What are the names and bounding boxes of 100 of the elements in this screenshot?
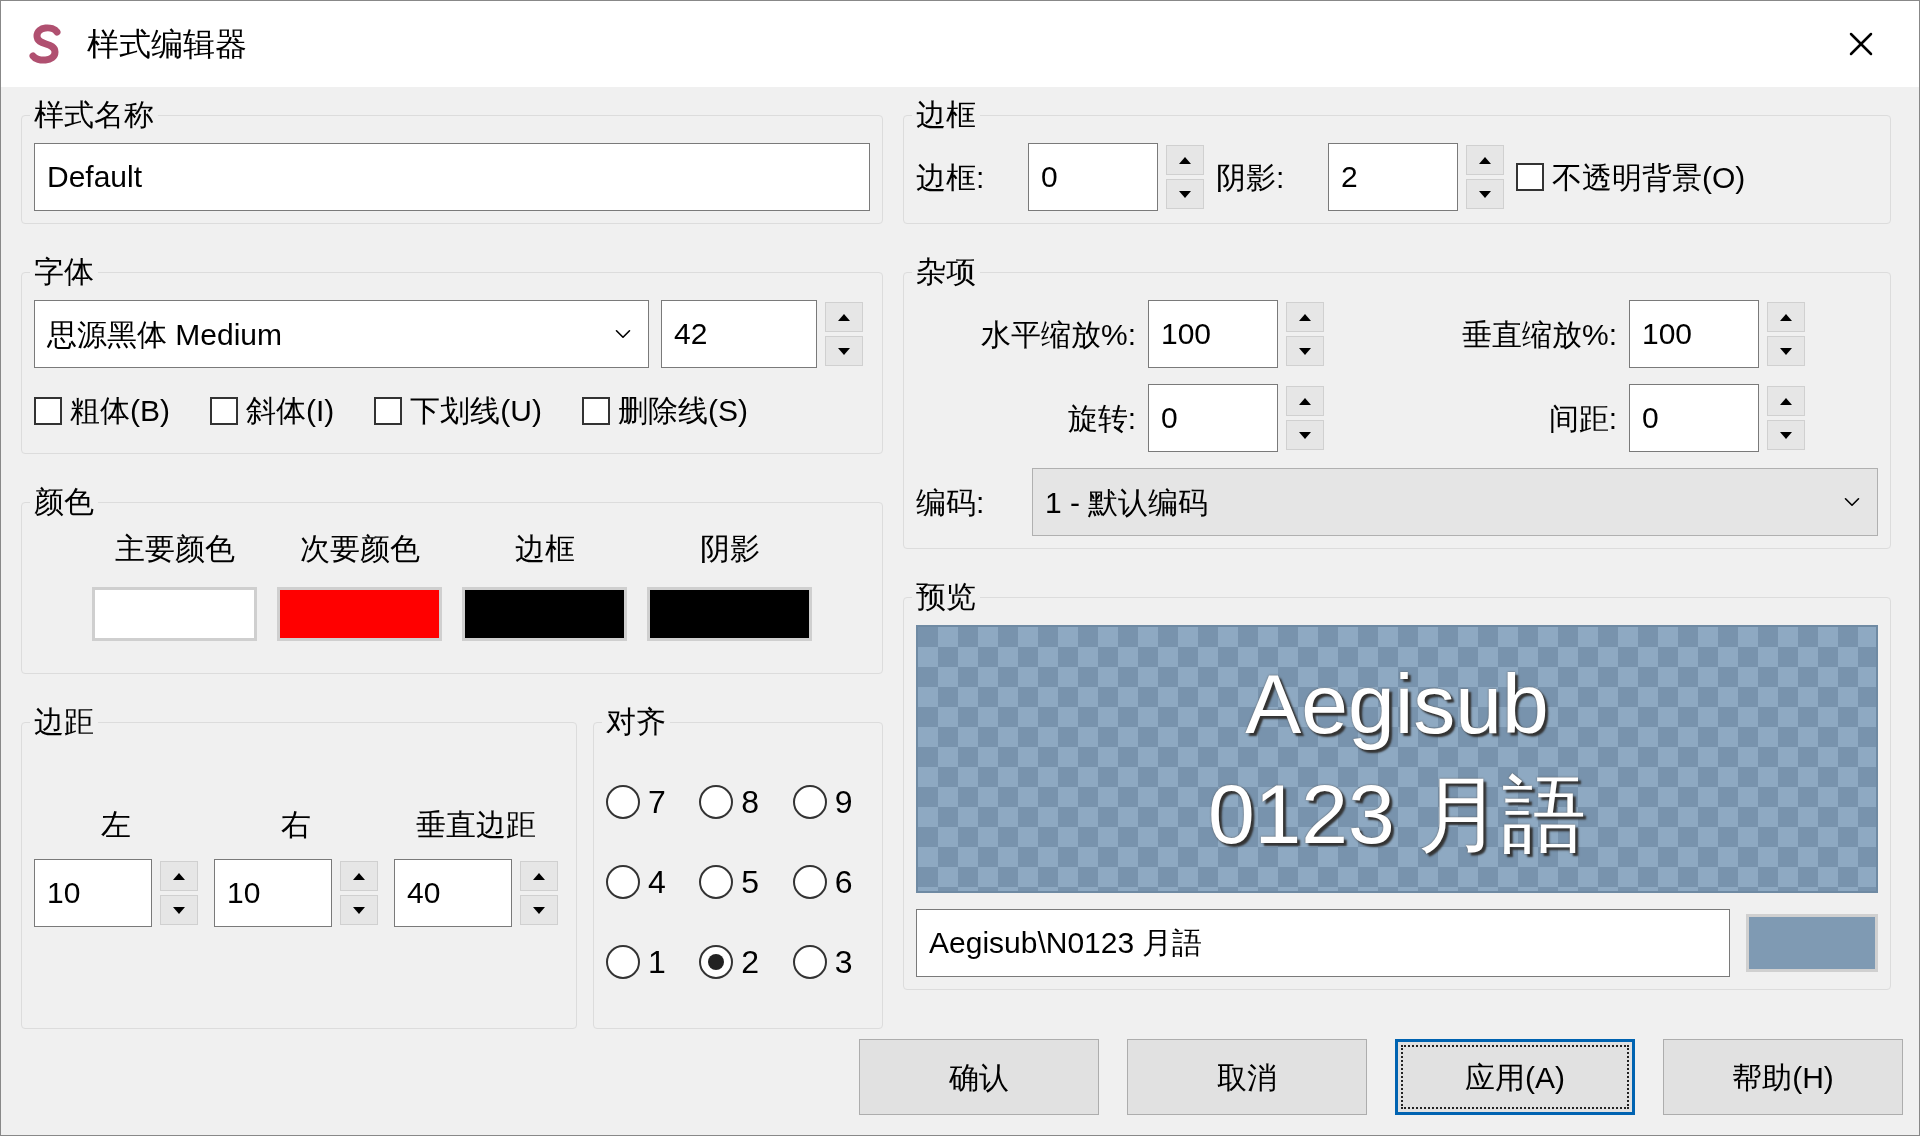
spin-down-button[interactable] <box>825 336 863 366</box>
checkbox[interactable]: 斜体(I) <box>210 388 335 433</box>
checkbox[interactable]: 下划线(U) <box>374 388 542 433</box>
group-title: 颜色 <box>33 484 95 520</box>
color-label: 主要颜色 <box>114 531 235 567</box>
spin-down-button[interactable] <box>1466 179 1504 209</box>
preview-text: Aegisub <box>1245 656 1549 753</box>
field-label: 水平缩放%: <box>980 316 1136 353</box>
down-triangle-icon <box>838 347 850 355</box>
number-field[interactable]: 0 <box>1028 143 1158 211</box>
alignment-radio[interactable]: 5 <box>699 858 777 906</box>
spin-down-button[interactable] <box>520 895 558 925</box>
spin-down-button[interactable] <box>1286 420 1324 450</box>
number-field[interactable]: 100 <box>1629 300 1759 368</box>
preview-text-field[interactable]: Aegisub\N0123 月語 <box>916 909 1730 977</box>
up-triangle-icon <box>353 872 365 880</box>
checkbox[interactable]: 粗体(B) <box>34 388 170 433</box>
down-triangle-icon <box>1299 431 1311 439</box>
number-field[interactable]: 2 <box>1328 143 1458 211</box>
alignment-radio[interactable]: 6 <box>792 858 870 906</box>
dialog-button[interactable]: 帮助(H) <box>1663 1039 1903 1115</box>
spin-down-button[interactable] <box>160 895 198 925</box>
down-triangle-icon <box>1479 190 1491 198</box>
field-label: 间距: <box>1547 400 1617 437</box>
number-field[interactable]: 10 <box>34 859 152 927</box>
checkbox[interactable]: 删除线(S) <box>582 388 748 433</box>
field-label: 边框: <box>916 159 986 196</box>
up-triangle-icon <box>1179 156 1191 164</box>
down-triangle-icon <box>1780 347 1792 355</box>
dialog-button[interactable]: 取消 <box>1127 1039 1367 1115</box>
spin-up-button[interactable] <box>1767 302 1805 332</box>
alignment-radio[interactable]: 4 <box>606 858 684 906</box>
dialog-button[interactable]: 确认 <box>859 1039 1099 1115</box>
spin-up-button[interactable] <box>1767 386 1805 416</box>
dialog-button[interactable]: 应用(A) <box>1395 1039 1635 1115</box>
preview-background-swatch[interactable] <box>1746 914 1878 972</box>
style-name-field[interactable]: Default <box>34 143 870 211</box>
up-triangle-icon <box>838 313 850 321</box>
number-field[interactable]: 100 <box>1148 300 1278 368</box>
down-triangle-icon <box>173 906 185 914</box>
margin-label: 右 <box>281 807 311 843</box>
margin-label: 左 <box>101 807 131 843</box>
preview-text: 0123 月語 <box>1207 766 1587 863</box>
color-swatch[interactable] <box>277 587 442 641</box>
number-field[interactable]: 0 <box>1629 384 1759 452</box>
margin-label: 垂直边距 <box>416 807 536 843</box>
spin-up-button[interactable] <box>825 302 863 332</box>
spin-up-button[interactable] <box>1466 145 1504 175</box>
font-dropdown[interactable]: 思源黑体 Medium <box>34 300 649 368</box>
down-triangle-icon <box>353 906 365 914</box>
spin-up-button[interactable] <box>160 861 198 891</box>
spin-down-button[interactable] <box>340 895 378 925</box>
spin-down-button[interactable] <box>1166 179 1204 209</box>
number-field[interactable]: 10 <box>214 859 332 927</box>
color-label: 阴影 <box>699 531 760 567</box>
group-title: 对齐 <box>605 704 667 740</box>
field-label: 旋转: <box>1066 400 1136 437</box>
down-triangle-icon <box>1780 431 1792 439</box>
app-logo-icon <box>29 24 63 64</box>
spin-down-button[interactable] <box>1286 336 1324 366</box>
window-title: 样式编辑器 <box>87 25 247 64</box>
up-triangle-icon <box>1299 313 1311 321</box>
field-label: 编码: <box>916 484 986 521</box>
encoding-dropdown[interactable]: 1 - 默认编码 <box>1032 468 1878 536</box>
checkbox[interactable]: 不透明背景(O) <box>1516 154 1746 200</box>
spin-up-button[interactable] <box>520 861 558 891</box>
up-triangle-icon <box>1780 313 1792 321</box>
down-triangle-icon <box>1179 190 1191 198</box>
spin-up-button[interactable] <box>1166 145 1204 175</box>
up-triangle-icon <box>1780 397 1792 405</box>
color-label: 边框 <box>514 531 575 567</box>
alignment-radio[interactable]: 8 <box>699 778 777 826</box>
alignment-radio[interactable]: 2 <box>699 938 777 986</box>
spin-down-button[interactable] <box>1767 336 1805 366</box>
group-title: 边距 <box>33 704 95 740</box>
color-swatch[interactable] <box>92 587 257 641</box>
down-triangle-icon <box>1299 347 1311 355</box>
up-triangle-icon <box>1479 156 1491 164</box>
color-label: 次要颜色 <box>299 531 420 567</box>
group-title: 预览 <box>915 579 977 615</box>
color-swatch[interactable] <box>647 587 812 641</box>
number-field[interactable]: 40 <box>394 859 512 927</box>
alignment-radio[interactable]: 3 <box>792 938 870 986</box>
up-triangle-icon <box>1299 397 1311 405</box>
down-triangle-icon <box>533 906 545 914</box>
number-field[interactable]: 42 <box>661 300 817 368</box>
color-swatch[interactable] <box>462 587 627 641</box>
spin-down-button[interactable] <box>1767 420 1805 450</box>
group-title: 样式名称 <box>33 97 155 133</box>
field-label: 垂直缩放%: <box>1461 316 1617 353</box>
number-field[interactable]: 0 <box>1148 384 1278 452</box>
alignment-radio[interactable]: 9 <box>792 778 870 826</box>
up-triangle-icon <box>533 872 545 880</box>
spin-up-button[interactable] <box>1286 386 1324 416</box>
spin-up-button[interactable] <box>340 861 378 891</box>
spin-up-button[interactable] <box>1286 302 1324 332</box>
group-title: 杂项 <box>915 254 977 290</box>
group-title: 字体 <box>33 254 95 290</box>
alignment-radio[interactable]: 7 <box>606 778 684 826</box>
alignment-radio[interactable]: 1 <box>606 938 684 986</box>
